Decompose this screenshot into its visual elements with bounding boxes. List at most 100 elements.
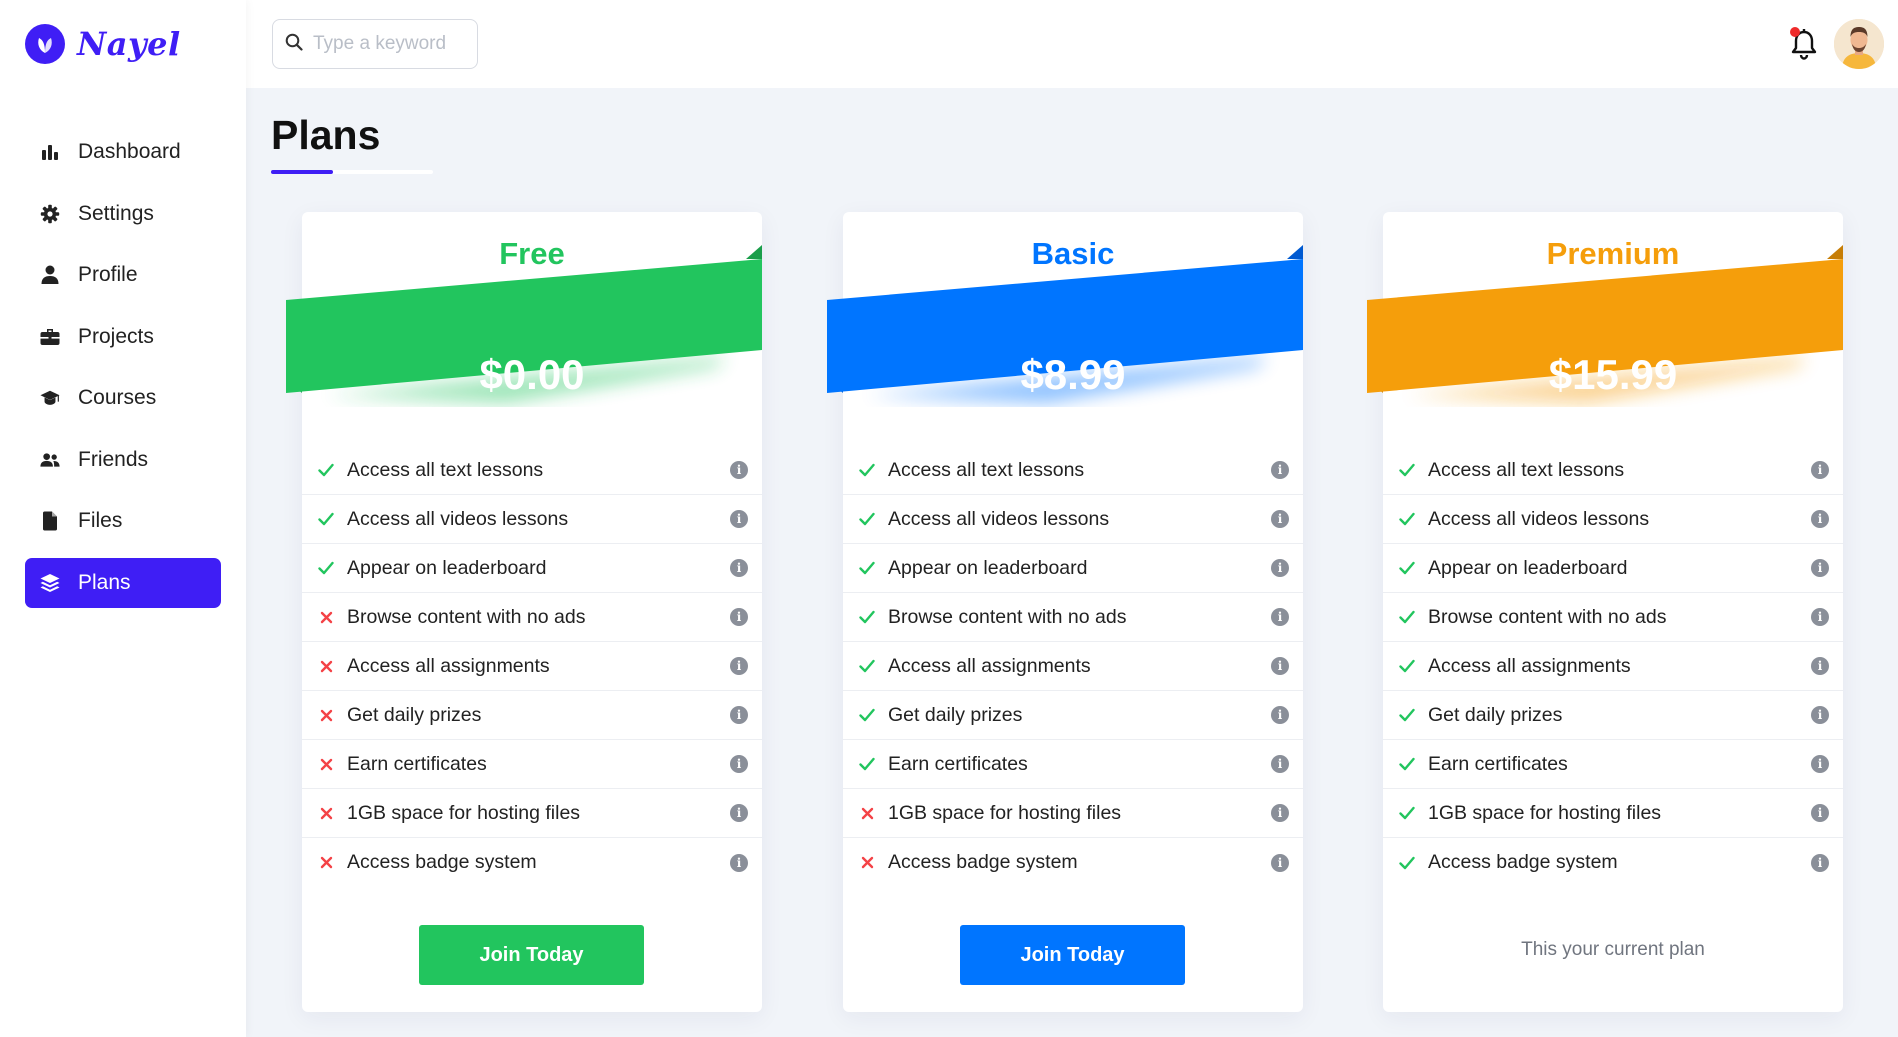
check-icon xyxy=(858,706,876,724)
feature-row: Access all text lessons i xyxy=(843,446,1303,495)
sidebar-item-settings[interactable]: Settings xyxy=(25,189,221,239)
sidebar-item-dashboard[interactable]: Dashboard xyxy=(25,127,221,177)
join-today-button[interactable]: Join Today xyxy=(419,925,644,985)
gear-icon xyxy=(40,204,60,224)
feature-row: Appear on leaderboard i xyxy=(302,544,762,593)
sidebar-item-profile[interactable]: Profile xyxy=(25,250,221,300)
info-icon[interactable]: i xyxy=(1811,755,1829,773)
feature-row: Access all assignments i xyxy=(302,642,762,691)
info-icon[interactable]: i xyxy=(1271,853,1289,872)
plan-card-premium: Premium $15.99 Access all text lessons i A… xyxy=(1367,212,1843,1012)
check-icon xyxy=(1398,755,1416,773)
cross-icon xyxy=(317,657,335,675)
check-icon xyxy=(317,461,335,479)
info-icon[interactable]: i xyxy=(730,706,748,724)
feature-label: 1GB space for hosting files xyxy=(347,801,581,824)
feature-label: 1GB space for hosting files xyxy=(888,801,1122,824)
info-icon[interactable]: i xyxy=(730,657,748,675)
info-icon[interactable]: i xyxy=(1811,657,1829,675)
info-icon[interactable]: i xyxy=(730,853,748,872)
sidebar-item-label: Courses xyxy=(78,386,157,409)
check-icon xyxy=(317,559,335,577)
current-plan-note: This your current plan xyxy=(1521,939,1705,960)
info-icon[interactable]: i xyxy=(1811,510,1829,528)
feature-row: Earn certificates i xyxy=(1383,740,1843,789)
check-icon xyxy=(1398,804,1416,822)
check-icon xyxy=(1398,510,1416,528)
feature-label: Appear on leaderboard xyxy=(347,556,547,579)
info-icon[interactable]: i xyxy=(1811,559,1829,577)
info-icon[interactable]: i xyxy=(730,559,748,577)
feature-row: Access all assignments i xyxy=(843,642,1303,691)
feature-label: Browse content with no ads xyxy=(888,605,1127,628)
feature-label: 1GB space for hosting files xyxy=(1428,801,1662,824)
feature-row: Access badge system i xyxy=(843,838,1303,887)
sidebar-item-files[interactable]: Files xyxy=(25,496,221,546)
feature-label: Appear on leaderboard xyxy=(888,556,1088,579)
feature-label: Access all videos lessons xyxy=(1428,507,1650,530)
top-bar xyxy=(246,0,1898,88)
sidebar-nav: Dashboard Settings Profile Projects Cour… xyxy=(25,127,221,619)
sidebar-item-label: Friends xyxy=(78,447,149,471)
sidebar-item-plans[interactable]: Plans xyxy=(25,557,221,608)
check-icon xyxy=(1398,854,1416,872)
users-icon xyxy=(40,450,60,470)
chart-bar-icon xyxy=(40,142,60,162)
feature-row: 1GB space for hosting files i xyxy=(302,789,762,838)
feature-row: Appear on leaderboard i xyxy=(843,544,1303,593)
feature-label: Access badge system xyxy=(1428,851,1618,873)
info-icon[interactable]: i xyxy=(1271,461,1289,479)
feature-label: Get daily prizes xyxy=(888,703,1023,726)
notifications-button[interactable] xyxy=(1788,27,1820,61)
title-underline-accent xyxy=(271,170,333,174)
info-icon[interactable]: i xyxy=(1271,510,1289,528)
feature-label: Earn certificates xyxy=(1428,752,1568,775)
info-icon[interactable]: i xyxy=(1271,804,1289,822)
info-icon[interactable]: i xyxy=(1271,657,1289,675)
check-icon xyxy=(858,461,876,479)
price-ribbon: $8.99 xyxy=(827,245,1319,407)
feature-label: Access all assignments xyxy=(347,654,550,677)
file-icon xyxy=(40,511,60,531)
cross-icon xyxy=(317,706,335,724)
feature-row: Access all videos lessons i xyxy=(302,495,762,544)
info-icon[interactable]: i xyxy=(730,608,748,626)
info-icon[interactable]: i xyxy=(730,804,748,822)
info-icon[interactable]: i xyxy=(1811,804,1829,822)
feature-row: Get daily prizes i xyxy=(302,691,762,740)
layers-icon xyxy=(40,573,60,593)
brand[interactable]: Nayel xyxy=(25,24,181,64)
info-icon[interactable]: i xyxy=(1271,755,1289,773)
info-icon[interactable]: i xyxy=(1271,559,1289,577)
feature-row: Access all text lessons i xyxy=(1383,446,1843,495)
sidebar-item-projects[interactable]: Projects xyxy=(25,312,221,362)
plan-card-basic: Basic $8.99 Access all text lessons i Acce… xyxy=(827,212,1303,1012)
check-icon xyxy=(1398,657,1416,675)
page-title: Plans xyxy=(271,112,381,158)
cross-icon xyxy=(317,755,335,773)
feature-label: Access all assignments xyxy=(888,654,1091,677)
feature-row: Access all text lessons i xyxy=(302,446,762,495)
cross-icon xyxy=(858,804,876,822)
info-icon[interactable]: i xyxy=(730,510,748,528)
info-icon[interactable]: i xyxy=(1811,853,1829,872)
feature-list: Access all text lessons i Access all video… xyxy=(1383,446,1843,887)
avatar[interactable] xyxy=(1834,19,1884,69)
feature-label: Browse content with no ads xyxy=(1428,605,1667,628)
info-icon[interactable]: i xyxy=(1271,608,1289,626)
search-input[interactable] xyxy=(313,33,463,55)
plan-price: $8.99 xyxy=(1020,351,1126,398)
join-today-button[interactable]: Join Today xyxy=(960,925,1185,985)
search-box[interactable] xyxy=(272,19,478,69)
sidebar-item-friends[interactable]: Friends xyxy=(25,435,221,485)
check-icon xyxy=(1398,559,1416,577)
info-icon[interactable]: i xyxy=(1811,706,1829,724)
feature-row: Earn certificates i xyxy=(302,740,762,789)
info-icon[interactable]: i xyxy=(730,755,748,773)
sidebar-item-courses[interactable]: Courses xyxy=(25,373,221,423)
info-icon[interactable]: i xyxy=(1811,461,1829,479)
info-icon[interactable]: i xyxy=(1811,608,1829,626)
info-icon[interactable]: i xyxy=(730,461,748,479)
info-icon[interactable]: i xyxy=(1271,706,1289,724)
bell-icon xyxy=(1788,29,1820,65)
